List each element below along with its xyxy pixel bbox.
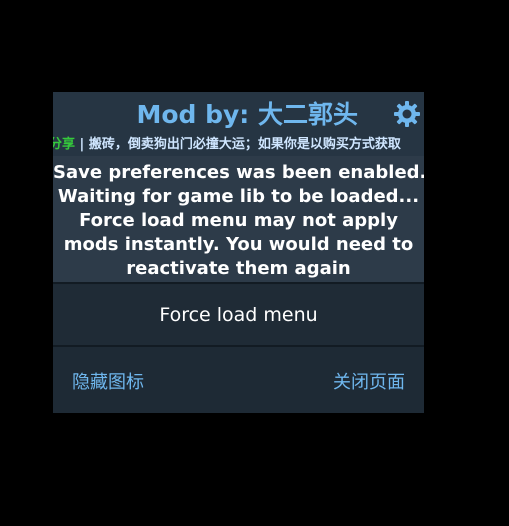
menu-header: Mod by: 大二郭头 <box>53 92 424 134</box>
menu-title: Mod by: 大二郭头 <box>136 100 358 129</box>
status-message: Save preferences was been enabled. Waiti… <box>53 156 424 282</box>
message-line: Save preferences was been enabled. <box>53 162 424 183</box>
message-line: Force load menu may not apply <box>79 210 398 231</box>
hide-icon-button[interactable]: 隐藏图标 <box>72 368 144 394</box>
divider <box>53 345 424 347</box>
close-page-button[interactable]: 关闭页面 <box>333 368 405 394</box>
message-line: mods instantly. You would need to <box>63 234 414 255</box>
mod-menu-panel: Mod by: 大二郭头 分享 | 搬砖，倒卖狗出门必撞大运；如果你是以购买方式… <box>53 92 424 413</box>
marquee-text: | 搬砖，倒卖狗出门必撞大运；如果你是以购买方式获取 <box>75 137 401 152</box>
gear-icon[interactable] <box>393 100 421 128</box>
menu-footer: 隐藏图标 关闭页面 <box>53 348 424 413</box>
marquee-highlight: 分享 <box>53 137 76 152</box>
message-line: reactivate them again <box>126 258 351 279</box>
message-line: Waiting for game lib to be loaded... <box>57 186 420 207</box>
divider <box>53 282 424 284</box>
marquee-banner: 分享 | 搬砖，倒卖狗出门必撞大运；如果你是以购买方式获取 <box>53 134 424 156</box>
force-load-menu-button[interactable]: Force load menu <box>53 285 424 345</box>
